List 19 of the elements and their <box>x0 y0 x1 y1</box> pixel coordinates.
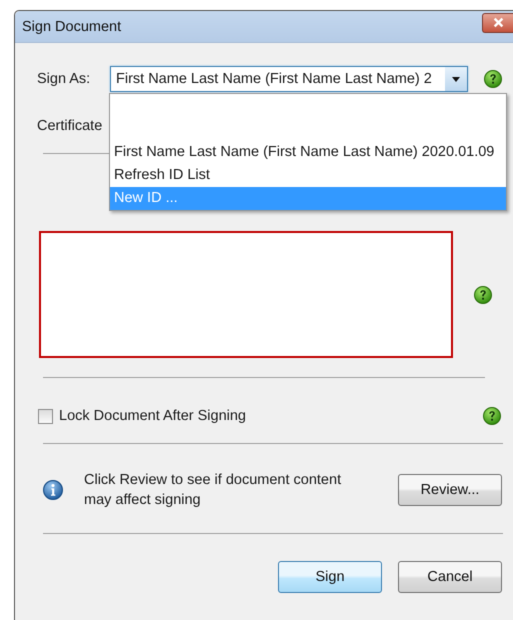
field-label: Sign As: <box>37 71 92 87</box>
help-icon[interactable] <box>484 70 502 88</box>
info-text: Click Review to see if document content may affect signing <box>84 471 342 510</box>
info-icon <box>43 480 63 500</box>
sign-as-dropdown[interactable]: First Name Last Name (First Name Last Name) 2 <box>110 66 468 92</box>
dropdown-option[interactable]: Refresh ID List <box>110 164 506 187</box>
window-title: Sign Document <box>21 18 122 34</box>
checkbox[interactable] <box>38 408 53 424</box>
checkbox-label: Lock Document After Signing <box>59 408 246 424</box>
sign-button[interactable]: Sign <box>278 561 382 593</box>
help-icon[interactable] <box>483 407 501 425</box>
cancel-button[interactable]: Cancel <box>398 561 502 593</box>
close-button[interactable] <box>482 12 513 32</box>
caret-icon <box>452 76 460 82</box>
close-icon <box>492 17 504 28</box>
help-icon[interactable] <box>474 286 492 304</box>
review-button[interactable]: Review... <box>398 474 502 506</box>
dropdown-option[interactable]: First Name Last Name (First Name Last Name) 2020.01.09 <box>110 141 506 164</box>
field-label: Certificate <box>37 118 104 134</box>
